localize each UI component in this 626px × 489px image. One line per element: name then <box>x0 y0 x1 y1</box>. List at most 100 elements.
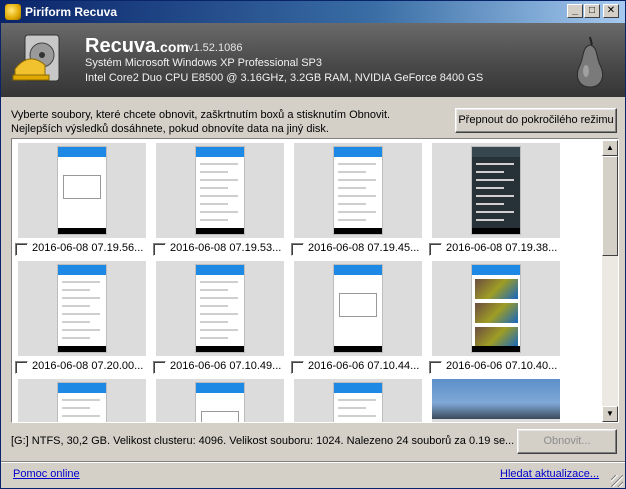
preview-nav-bar <box>472 228 520 234</box>
thumbnail-item[interactable] <box>12 379 148 422</box>
preview-text-line <box>476 195 514 197</box>
file-name: 2016-06-06 07.10.49... <box>170 360 282 372</box>
file-checkbox[interactable] <box>429 243 442 256</box>
thumbnail-item[interactable]: 2016-06-08 07.19.53... <box>150 143 286 261</box>
preview-text-line <box>200 321 228 323</box>
screenshot-preview <box>471 146 521 235</box>
minimize-button[interactable]: _ <box>567 4 583 18</box>
preview-text-line <box>338 407 366 409</box>
file-checkbox[interactable] <box>153 361 166 374</box>
piriform-pear-icon <box>576 36 604 88</box>
thumbnail-image[interactable] <box>432 379 560 422</box>
screenshot-preview <box>195 264 245 353</box>
preview-text-line <box>200 171 228 173</box>
close-button[interactable]: ✕ <box>603 4 619 18</box>
thumbnail-item[interactable]: 2016-06-08 07.20.00... <box>12 261 148 379</box>
thumbnail-item[interactable]: 2016-06-06 07.10.40... <box>426 261 562 379</box>
title-bar[interactable]: Piriform Recuva _ □ ✕ <box>1 1 625 23</box>
thumbnail-item[interactable]: 2016-06-08 07.19.38... <box>426 143 562 261</box>
preview-text-line <box>62 415 100 417</box>
preview-text-line <box>62 321 90 323</box>
thumbnail-image[interactable] <box>18 261 146 356</box>
preview-text-line <box>476 187 504 189</box>
thumbnail-panel[interactable]: 2016-06-08 07.19.56... 2016-06-08 07.19.5… <box>11 138 619 423</box>
advanced-mode-button[interactable]: Přepnout do pokročilého režimu <box>455 108 617 133</box>
thumbnail-image[interactable] <box>432 143 560 238</box>
thumbnail-image[interactable] <box>156 261 284 356</box>
footer-divider <box>1 461 625 463</box>
brand-text: Recuva <box>85 35 157 57</box>
vertical-scrollbar[interactable]: ▲ ▼ <box>602 140 618 422</box>
preview-text-line <box>62 407 90 409</box>
thumbnail-image[interactable] <box>294 379 422 422</box>
preview-text-line <box>200 219 228 221</box>
preview-app-bar <box>334 147 382 157</box>
recover-button[interactable]: Obnovit... <box>517 429 617 454</box>
file-name: 2016-06-06 07.10.44... <box>308 360 420 372</box>
thumbnail-image[interactable] <box>432 261 560 356</box>
preview-gallery-row <box>475 279 518 299</box>
thumbnail-item[interactable] <box>426 379 562 422</box>
file-name: 2016-06-08 07.19.38... <box>446 242 558 254</box>
thumbnail-item[interactable]: 2016-06-06 07.10.44... <box>288 261 424 379</box>
check-updates-link[interactable]: Hledat aktualizace... <box>500 468 599 480</box>
screenshot-preview <box>57 264 107 353</box>
thumbnail-item[interactable]: 2016-06-06 07.10.49... <box>150 261 286 379</box>
preview-text-line <box>200 297 238 299</box>
thumbnail-item[interactable] <box>288 379 424 422</box>
online-help-link[interactable]: Pomoc online <box>13 468 80 480</box>
file-checkbox[interactable] <box>291 361 304 374</box>
preview-text-line <box>200 211 238 213</box>
thumbnail-image[interactable] <box>18 379 146 422</box>
file-name: 2016-06-08 07.20.00... <box>32 360 144 372</box>
preview-text-line <box>338 415 376 417</box>
scroll-down-button[interactable]: ▼ <box>602 406 618 422</box>
preview-text-line <box>338 203 366 205</box>
preview-text-line <box>476 163 514 165</box>
preview-text-line <box>338 195 376 197</box>
resize-grip[interactable] <box>611 475 623 487</box>
file-checkbox[interactable] <box>153 243 166 256</box>
thumbnail-item[interactable] <box>150 379 286 422</box>
preview-text-line <box>200 313 238 315</box>
thumbnail-image[interactable] <box>156 143 284 238</box>
preview-text-line <box>62 313 100 315</box>
preview-text-line <box>62 297 100 299</box>
version-label: v1.52.1086 <box>188 42 243 54</box>
preview-text-line <box>200 163 238 165</box>
thumbnail-image[interactable] <box>18 143 146 238</box>
maximize-button[interactable]: □ <box>584 4 600 18</box>
preview-text-line <box>338 171 366 173</box>
thumbnail-image[interactable] <box>294 261 422 356</box>
preview-text-line <box>62 399 100 401</box>
recuva-logo-icon <box>12 34 60 82</box>
file-name: 2016-06-08 07.19.45... <box>308 242 420 254</box>
file-name: 2016-06-08 07.19.53... <box>170 242 282 254</box>
thumbnail-item[interactable]: 2016-06-08 07.19.56... <box>12 143 148 261</box>
photo-preview <box>432 379 560 419</box>
scroll-up-button[interactable]: ▲ <box>602 140 618 156</box>
recuva-window: Piriform Recuva _ □ ✕ Recuva.com v1.52.1… <box>0 0 626 489</box>
preview-text-line <box>338 399 376 401</box>
file-checkbox[interactable] <box>291 243 304 256</box>
preview-app-bar <box>196 265 244 275</box>
preview-nav-bar <box>334 228 382 234</box>
preview-text-line <box>338 179 376 181</box>
scroll-thumb[interactable] <box>602 156 618 256</box>
preview-text-line <box>62 329 100 331</box>
preview-app-bar <box>334 383 382 393</box>
preview-app-bar <box>58 265 106 275</box>
thumbnail-image[interactable] <box>294 143 422 238</box>
file-checkbox[interactable] <box>15 361 28 374</box>
preview-text-line <box>62 337 90 339</box>
preview-text-line <box>200 329 238 331</box>
thumbnail-image[interactable] <box>156 379 284 422</box>
file-checkbox[interactable] <box>429 361 442 374</box>
thumbnail-item[interactable]: 2016-06-08 07.19.45... <box>288 143 424 261</box>
screenshot-preview <box>333 146 383 235</box>
preview-text-line <box>476 219 504 221</box>
preview-text-line <box>200 195 238 197</box>
preview-nav-bar <box>58 228 106 234</box>
brand-suffix: .com <box>156 39 189 55</box>
file-checkbox[interactable] <box>15 243 28 256</box>
